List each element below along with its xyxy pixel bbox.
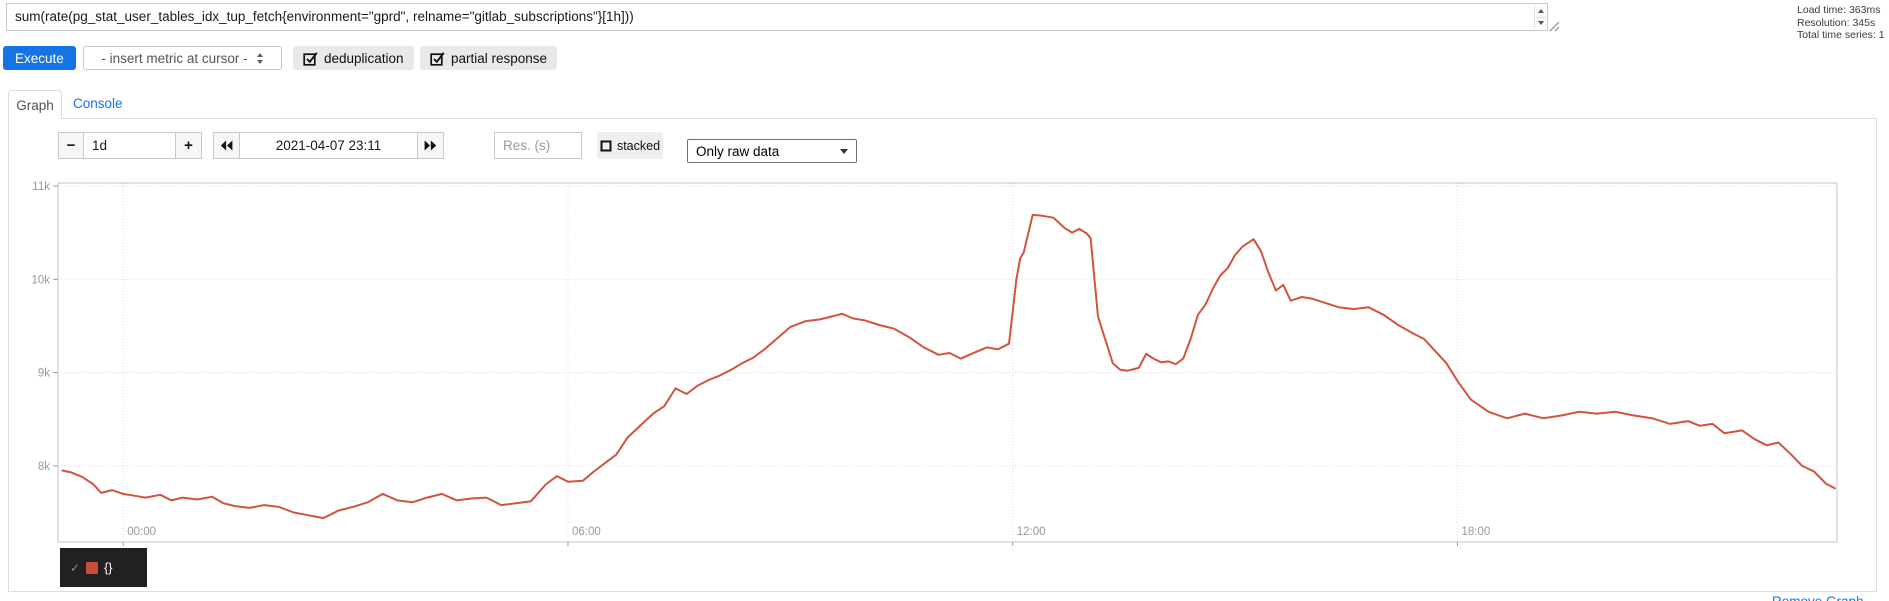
svg-text:06:00: 06:00 [572,526,601,538]
range-value: 1d [92,138,108,153]
svg-text:12:00: 12:00 [1017,526,1046,538]
raw-data-selected: Only raw data [696,143,780,159]
execute-button[interactable]: Execute [3,46,76,70]
legend-swatch-icon [86,561,99,574]
end-time-input[interactable]: 2021-04-07 23:11 [239,132,418,159]
partial-response-label: partial response [451,50,548,66]
resize-grip-icon[interactable] [1549,21,1560,32]
insert-metric-label: - insert metric at cursor - [101,50,248,66]
legend-series-label: {} [104,560,113,575]
checkbox-unchecked-icon [600,140,612,151]
range-decrease-button[interactable]: − [58,132,84,159]
svg-text:00:00: 00:00 [127,526,156,538]
resolution-placeholder: Res. (s) [503,138,551,153]
svg-text:10k: 10k [31,274,50,286]
query-text: sum(rate(pg_stat_user_tables_idx_tup_fet… [15,9,634,24]
svg-text:18:00: 18:00 [1461,526,1490,538]
time-back-button[interactable] [213,132,240,159]
select-updown-icon [256,52,263,64]
insert-metric-select[interactable]: - insert metric at cursor - [83,46,282,70]
partial-response-button[interactable]: partial response [420,46,558,70]
checkbox-checked-icon [430,51,445,66]
svg-text:9k: 9k [38,368,50,380]
fast-forward-icon [424,140,437,151]
resolution: Resolution: 345s [1797,16,1876,29]
load-time: Load time: 363ms [1797,4,1881,16]
svg-text:11k: 11k [32,181,50,193]
resolution-input[interactable]: Res. (s) [494,132,582,159]
stacked-toggle-button[interactable]: stacked [597,132,663,159]
select-caret-icon [840,148,848,154]
query-input[interactable]: sum(rate(pg_stat_user_tables_idx_tup_fet… [6,3,1548,31]
query-stats: Load time: 363ms Resolution: 345s Total … [1797,4,1885,42]
chart-svg[interactable]: 8k 9k 10k 11k 00:00 06:00 12:00 18:00 [0,175,1889,550]
expression-browser: sum(rate(pg_stat_user_tables_idx_tup_fet… [0,0,1889,601]
range-input[interactable]: 1d [83,132,176,159]
checkbox-checked-icon [303,51,318,66]
remove-graph-button[interactable]: Remove Graph [1772,594,1864,601]
chart-region: 8k 9k 10k 11k 00:00 06:00 12:00 18:00 [0,175,1889,550]
legend-check-icon: ✓ [70,560,81,575]
tab-console[interactable]: Console [73,96,123,111]
total-time-series: Total time series: 1 [1797,29,1885,41]
deduplication-label: deduplication [324,50,404,66]
query-scrollbar[interactable] [1534,5,1546,29]
scroll-down-icon[interactable] [1535,18,1546,30]
tab-graph[interactable]: Graph [8,90,62,119]
raw-data-select[interactable]: Only raw data [687,139,857,163]
scroll-up-icon[interactable] [1535,5,1546,18]
svg-text:8k: 8k [38,461,50,473]
range-increase-button[interactable]: + [175,132,202,159]
time-forward-button[interactable] [417,132,444,159]
end-time-value: 2021-04-07 23:11 [275,138,382,153]
rewind-icon [220,140,233,151]
stacked-label: stacked [616,138,661,153]
legend-item[interactable]: ✓ {} [60,548,147,587]
deduplication-button[interactable]: deduplication [293,46,414,70]
